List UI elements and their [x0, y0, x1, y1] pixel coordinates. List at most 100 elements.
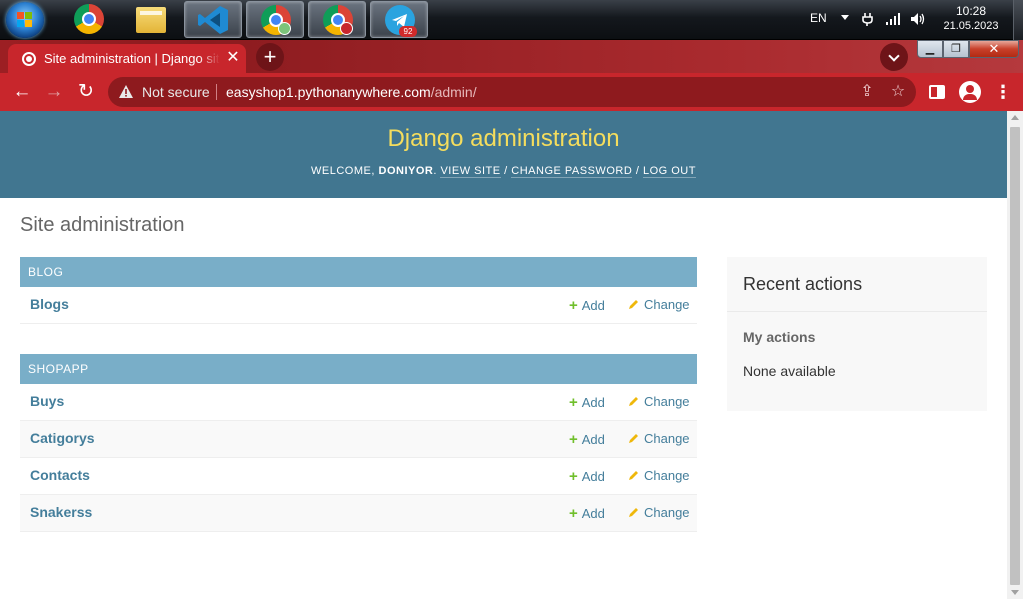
profile-avatar-icon[interactable]	[959, 81, 981, 103]
app-module-blog: BLOG Blogs + Add Change	[20, 257, 697, 324]
close-window-button[interactable]: ✕	[969, 40, 1019, 58]
welcome-label: WELCOME,	[311, 165, 375, 177]
change-link[interactable]: Change	[628, 394, 690, 409]
tab-close-icon[interactable]: ✕	[224, 49, 242, 67]
power-plug-icon[interactable]	[860, 11, 876, 27]
start-button[interactable]	[6, 2, 44, 38]
profile-badge-icon	[340, 22, 353, 35]
tab-search-button[interactable]	[880, 43, 908, 71]
windows-logo-icon	[17, 12, 33, 28]
recent-actions-panel: Recent actions My actions None available	[727, 257, 987, 411]
bookmark-star-icon[interactable]: ☆	[889, 83, 907, 101]
model-link[interactable]: Contacts	[30, 467, 90, 483]
app-caption[interactable]: SHOPAPP	[20, 354, 697, 384]
plus-icon: +	[569, 394, 578, 411]
scroll-up-arrow-icon[interactable]	[1011, 115, 1019, 120]
reload-icon[interactable]: ↻	[75, 81, 97, 103]
scroll-down-arrow-icon[interactable]	[1011, 590, 1019, 595]
taskbar-vscode-button[interactable]	[184, 1, 242, 38]
new-tab-button[interactable]: +	[256, 43, 284, 71]
model-link[interactable]: Buys	[30, 393, 64, 409]
model-row: Snakerss + Add Change	[20, 495, 697, 532]
model-row: Buys + Add Change	[20, 384, 697, 421]
network-signal-icon[interactable]	[885, 11, 901, 27]
change-link[interactable]: Change	[628, 297, 690, 312]
active-tab[interactable]: Site administration | Django site admin …	[8, 44, 246, 73]
taskbar-telegram-button[interactable]: 92	[370, 1, 428, 38]
change-password-link[interactable]: CHANGE PASSWORD	[511, 165, 633, 178]
model-link[interactable]: Blogs	[30, 296, 69, 312]
change-link[interactable]: Change	[628, 468, 690, 483]
empty-actions-text: None available	[743, 363, 836, 379]
windows-taskbar: 92 EN 10:28 21.05.2023	[0, 0, 1023, 40]
username: DONIYOR	[378, 165, 434, 177]
user-tools: WELCOME, DONIYOR. VIEW SITE / CHANGE PAS…	[311, 165, 696, 178]
pencil-icon	[629, 434, 638, 443]
tab-title: Site administration | Django site admin	[44, 51, 220, 66]
vertical-scrollbar[interactable]	[1007, 111, 1023, 599]
taskbar-chrome-button[interactable]	[60, 1, 118, 38]
security-status-label[interactable]: Not secure	[142, 84, 210, 100]
chrome-icon	[74, 4, 104, 34]
log-out-link[interactable]: LOG OUT	[642, 165, 696, 178]
scroll-thumb[interactable]	[1010, 127, 1020, 585]
taskbar-file-explorer-button[interactable]	[122, 1, 180, 38]
change-link[interactable]: Change	[628, 505, 690, 520]
pencil-icon	[629, 471, 638, 480]
app-module-shopapp: SHOPAPP Buys + Add Change Catigorys + Add …	[20, 354, 697, 532]
model-link[interactable]: Snakerss	[30, 504, 92, 520]
model-link[interactable]: Catigorys	[30, 430, 95, 446]
telegram-unread-badge: 92	[399, 26, 417, 37]
page-title: Site administration	[20, 214, 185, 236]
volume-icon[interactable]	[910, 11, 926, 27]
browser-toolbar: ← → ↻ Not secure easyshop1.pythonanywher…	[0, 73, 1023, 111]
side-panel-icon[interactable]	[929, 85, 945, 99]
vscode-icon	[198, 6, 228, 34]
model-row: Contacts + Add Change	[20, 458, 697, 495]
view-site-link[interactable]: VIEW SITE	[440, 165, 501, 178]
my-actions-heading: My actions	[743, 329, 816, 345]
page-viewport: Django administration WELCOME, DONIYOR. …	[0, 111, 1007, 599]
show-desktop-button[interactable]	[1013, 0, 1023, 40]
plus-icon: +	[569, 297, 578, 314]
forward-arrow-icon[interactable]: →	[43, 81, 65, 103]
taskbar-chrome-profile-button[interactable]	[246, 1, 304, 38]
add-link[interactable]: + Add	[569, 468, 605, 485]
admin-header: Django administration WELCOME, DONIYOR. …	[0, 111, 1007, 198]
add-link[interactable]: + Add	[569, 505, 605, 522]
url-path: /admin/	[430, 84, 477, 100]
model-row: Catigorys + Add Change	[20, 421, 697, 458]
add-link[interactable]: + Add	[569, 297, 605, 314]
warning-triangle-icon[interactable]	[118, 84, 134, 100]
plus-icon: +	[569, 505, 578, 522]
address-bar[interactable]: Not secure easyshop1.pythonanywhere.com/…	[108, 77, 916, 107]
back-arrow-icon[interactable]: ←	[11, 81, 33, 103]
plus-icon: +	[569, 468, 578, 485]
minimize-button[interactable]: ▁	[917, 40, 943, 58]
kebab-menu-icon[interactable]: ⋮	[994, 82, 1012, 102]
tray-expand-icon[interactable]	[841, 15, 849, 20]
window-controls: ▁ ❐ ✕	[917, 40, 1021, 59]
browser-tab-strip: Site administration | Django site admin …	[0, 40, 1023, 73]
clock-time[interactable]: 10:28	[940, 4, 1002, 18]
share-icon[interactable]: ⇪	[858, 83, 876, 101]
file-explorer-icon	[136, 7, 166, 33]
pencil-icon	[629, 397, 638, 406]
url-text[interactable]: easyshop1.pythonanywhere.com/admin/	[226, 84, 477, 100]
add-link[interactable]: + Add	[569, 431, 605, 448]
restore-button[interactable]: ❐	[943, 40, 969, 58]
recent-actions-title: Recent actions	[743, 274, 863, 294]
site-name[interactable]: Django administration	[0, 125, 1007, 153]
model-row: Blogs + Add Change	[20, 287, 697, 324]
app-caption[interactable]: BLOG	[20, 257, 697, 287]
clock-date[interactable]: 21.05.2023	[940, 20, 1002, 32]
add-link[interactable]: + Add	[569, 394, 605, 411]
taskbar-chrome-profile-active-button[interactable]	[308, 1, 366, 38]
change-link[interactable]: Change	[628, 431, 690, 446]
pencil-icon	[629, 300, 638, 309]
pencil-icon	[629, 508, 638, 517]
globe-favicon-icon	[22, 52, 36, 66]
url-host: easyshop1.pythonanywhere.com	[226, 84, 431, 100]
plus-icon: +	[569, 431, 578, 448]
language-indicator[interactable]: EN	[810, 11, 827, 25]
